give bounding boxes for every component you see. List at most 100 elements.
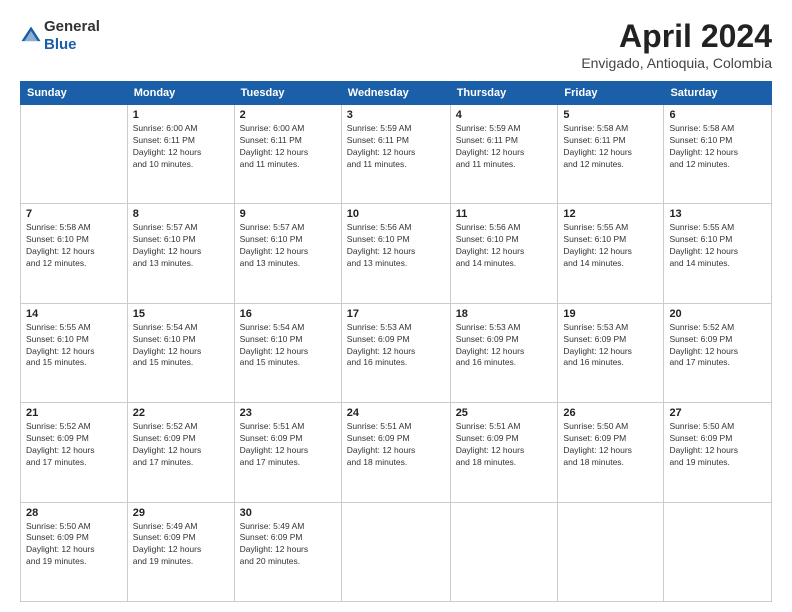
calendar-cell: 30 Sunrise: 5:49 AMSunset: 6:09 PMDayligh…: [234, 502, 341, 601]
day-info: Sunrise: 5:49 AMSunset: 6:09 PMDaylight:…: [133, 521, 229, 569]
day-info: Sunrise: 5:58 AMSunset: 6:10 PMDaylight:…: [669, 123, 766, 171]
calendar-cell: 8 Sunrise: 5:57 AMSunset: 6:10 PMDaylight…: [127, 204, 234, 303]
calendar-cell: 17 Sunrise: 5:53 AMSunset: 6:09 PMDayligh…: [341, 303, 450, 402]
weekday-header-sunday: Sunday: [21, 82, 128, 105]
calendar-cell: 1 Sunrise: 6:00 AMSunset: 6:11 PMDaylight…: [127, 105, 234, 204]
calendar-cell: [664, 502, 772, 601]
calendar-cell: 16 Sunrise: 5:54 AMSunset: 6:10 PMDayligh…: [234, 303, 341, 402]
calendar-cell: 21 Sunrise: 5:52 AMSunset: 6:09 PMDayligh…: [21, 403, 128, 502]
day-number: 23: [240, 407, 336, 419]
calendar-cell: 15 Sunrise: 5:54 AMSunset: 6:10 PMDayligh…: [127, 303, 234, 402]
day-number: 17: [347, 308, 445, 320]
day-number: 3: [347, 109, 445, 121]
calendar-cell: 12 Sunrise: 5:55 AMSunset: 6:10 PMDayligh…: [558, 204, 664, 303]
day-info: Sunrise: 5:55 AMSunset: 6:10 PMDaylight:…: [563, 222, 658, 270]
day-number: 2: [240, 109, 336, 121]
day-number: 15: [133, 308, 229, 320]
weekday-header-monday: Monday: [127, 82, 234, 105]
day-info: Sunrise: 5:57 AMSunset: 6:10 PMDaylight:…: [133, 222, 229, 270]
calendar-cell: 11 Sunrise: 5:56 AMSunset: 6:10 PMDayligh…: [450, 204, 558, 303]
day-number: 12: [563, 208, 658, 220]
calendar-week-1: 7Sunrise: 5:58 AMSunset: 6:10 PMDaylight…: [21, 204, 772, 303]
day-number: 27: [669, 407, 766, 419]
day-info: Sunrise: 6:00 AMSunset: 6:11 PMDaylight:…: [133, 123, 229, 171]
calendar-cell: [21, 105, 128, 204]
calendar-cell: 3 Sunrise: 5:59 AMSunset: 6:11 PMDaylight…: [341, 105, 450, 204]
calendar-week-0: 1 Sunrise: 6:00 AMSunset: 6:11 PMDaylight…: [21, 105, 772, 204]
day-info: Sunrise: 6:00 AMSunset: 6:11 PMDaylight:…: [240, 123, 336, 171]
day-info: Sunrise: 5:53 AMSunset: 6:09 PMDaylight:…: [563, 322, 658, 370]
day-info: Sunrise: 5:51 AMSunset: 6:09 PMDaylight:…: [347, 421, 445, 469]
weekday-header-saturday: Saturday: [664, 82, 772, 105]
day-info: Sunrise: 5:56 AMSunset: 6:10 PMDaylight:…: [456, 222, 553, 270]
day-number: 6: [669, 109, 766, 121]
day-number: 19: [563, 308, 658, 320]
day-info: Sunrise: 5:58 AMSunset: 6:11 PMDaylight:…: [563, 123, 658, 171]
logo-blue: Blue: [44, 36, 77, 53]
calendar-cell: 9Sunrise: 5:57 AMSunset: 6:10 PMDaylight…: [234, 204, 341, 303]
calendar-header: SundayMondayTuesdayWednesdayThursdayFrid…: [21, 82, 772, 105]
weekday-header-friday: Friday: [558, 82, 664, 105]
day-number: 21: [26, 407, 122, 419]
day-info: Sunrise: 5:55 AMSunset: 6:10 PMDaylight:…: [26, 322, 122, 370]
day-info: Sunrise: 5:51 AMSunset: 6:09 PMDaylight:…: [240, 421, 336, 469]
day-number: 24: [347, 407, 445, 419]
calendar-cell: 19 Sunrise: 5:53 AMSunset: 6:09 PMDayligh…: [558, 303, 664, 402]
page: General Blue April 2024 Envigado, Antioq…: [0, 0, 792, 612]
day-number: 16: [240, 308, 336, 320]
calendar-cell: 28 Sunrise: 5:50 AMSunset: 6:09 PMDayligh…: [21, 502, 128, 601]
calendar-cell: 25 Sunrise: 5:51 AMSunset: 6:09 PMDayligh…: [450, 403, 558, 502]
calendar-cell: 29Sunrise: 5:49 AMSunset: 6:09 PMDayligh…: [127, 502, 234, 601]
day-info: Sunrise: 5:59 AMSunset: 6:11 PMDaylight:…: [456, 123, 553, 171]
title-block: April 2024 Envigado, Antioquia, Colombia: [581, 18, 772, 71]
calendar-cell: 2 Sunrise: 6:00 AMSunset: 6:11 PMDaylight…: [234, 105, 341, 204]
day-info: Sunrise: 5:54 AMSunset: 6:10 PMDaylight:…: [133, 322, 229, 370]
day-number: 5: [563, 109, 658, 121]
day-info: Sunrise: 5:50 AMSunset: 6:09 PMDaylight:…: [26, 521, 122, 569]
day-info: Sunrise: 5:59 AMSunset: 6:11 PMDaylight:…: [347, 123, 445, 171]
logo-general: General: [44, 18, 100, 35]
day-info: Sunrise: 5:52 AMSunset: 6:09 PMDaylight:…: [133, 421, 229, 469]
day-number: 30: [240, 507, 336, 519]
calendar-cell: 7Sunrise: 5:58 AMSunset: 6:10 PMDaylight…: [21, 204, 128, 303]
calendar-cell: 27Sunrise: 5:50 AMSunset: 6:09 PMDayligh…: [664, 403, 772, 502]
day-number: 11: [456, 208, 553, 220]
calendar-cell: 23 Sunrise: 5:51 AMSunset: 6:09 PMDayligh…: [234, 403, 341, 502]
calendar-cell: 4Sunrise: 5:59 AMSunset: 6:11 PMDaylight…: [450, 105, 558, 204]
calendar-week-4: 28 Sunrise: 5:50 AMSunset: 6:09 PMDayligh…: [21, 502, 772, 601]
calendar-cell: 10 Sunrise: 5:56 AMSunset: 6:10 PMDayligh…: [341, 204, 450, 303]
day-number: 14: [26, 308, 122, 320]
day-number: 20: [669, 308, 766, 320]
calendar-table: SundayMondayTuesdayWednesdayThursdayFrid…: [20, 81, 772, 602]
calendar-body: 1 Sunrise: 6:00 AMSunset: 6:11 PMDaylight…: [21, 105, 772, 602]
logo: General Blue: [20, 18, 100, 54]
calendar-cell: 14 Sunrise: 5:55 AMSunset: 6:10 PMDayligh…: [21, 303, 128, 402]
calendar-cell: [450, 502, 558, 601]
day-info: Sunrise: 5:57 AMSunset: 6:10 PMDaylight:…: [240, 222, 336, 270]
calendar-week-3: 21 Sunrise: 5:52 AMSunset: 6:09 PMDayligh…: [21, 403, 772, 502]
weekday-header-tuesday: Tuesday: [234, 82, 341, 105]
day-info: Sunrise: 5:49 AMSunset: 6:09 PMDaylight:…: [240, 521, 336, 569]
day-number: 1: [133, 109, 229, 121]
day-info: Sunrise: 5:56 AMSunset: 6:10 PMDaylight:…: [347, 222, 445, 270]
weekday-row: SundayMondayTuesdayWednesdayThursdayFrid…: [21, 82, 772, 105]
day-number: 10: [347, 208, 445, 220]
day-info: Sunrise: 5:50 AMSunset: 6:09 PMDaylight:…: [563, 421, 658, 469]
weekday-header-wednesday: Wednesday: [341, 82, 450, 105]
day-number: 28: [26, 507, 122, 519]
day-number: 22: [133, 407, 229, 419]
day-info: Sunrise: 5:53 AMSunset: 6:09 PMDaylight:…: [347, 322, 445, 370]
day-number: 26: [563, 407, 658, 419]
day-info: Sunrise: 5:52 AMSunset: 6:09 PMDaylight:…: [669, 322, 766, 370]
day-number: 8: [133, 208, 229, 220]
day-number: 25: [456, 407, 553, 419]
calendar-week-2: 14 Sunrise: 5:55 AMSunset: 6:10 PMDayligh…: [21, 303, 772, 402]
day-info: Sunrise: 5:52 AMSunset: 6:09 PMDaylight:…: [26, 421, 122, 469]
calendar-cell: [558, 502, 664, 601]
calendar-cell: 26 Sunrise: 5:50 AMSunset: 6:09 PMDayligh…: [558, 403, 664, 502]
day-info: Sunrise: 5:51 AMSunset: 6:09 PMDaylight:…: [456, 421, 553, 469]
calendar-cell: 6 Sunrise: 5:58 AMSunset: 6:10 PMDaylight…: [664, 105, 772, 204]
calendar-cell: 5 Sunrise: 5:58 AMSunset: 6:11 PMDaylight…: [558, 105, 664, 204]
day-info: Sunrise: 5:54 AMSunset: 6:10 PMDaylight:…: [240, 322, 336, 370]
day-number: 18: [456, 308, 553, 320]
